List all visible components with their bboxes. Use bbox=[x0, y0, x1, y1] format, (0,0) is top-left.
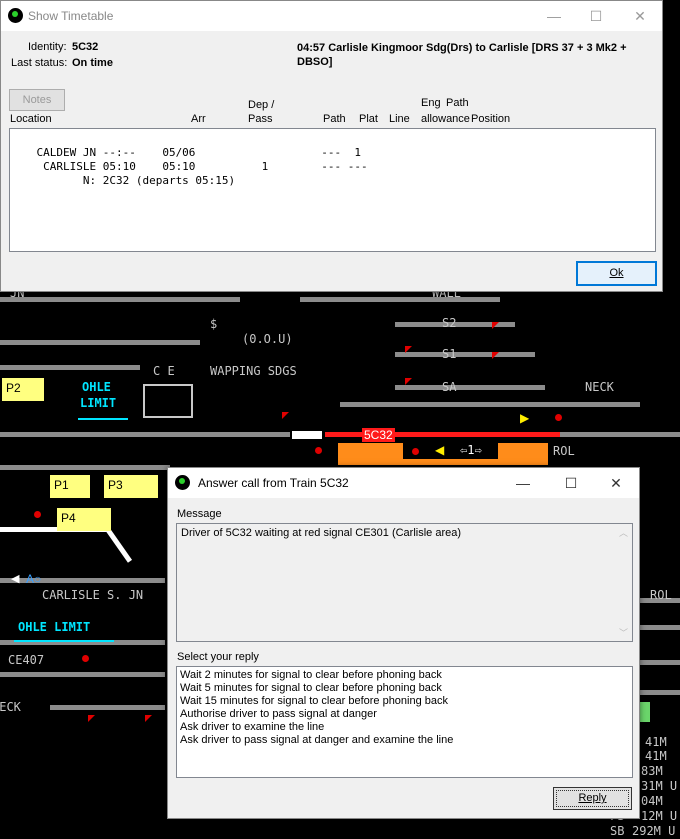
ce-label: C E bbox=[153, 364, 175, 378]
ce407-label: CE407 bbox=[8, 653, 45, 667]
minimize-icon[interactable]: — bbox=[531, 1, 577, 31]
s1-label: S1 bbox=[442, 347, 457, 361]
timetable-row[interactable]: CALDEW JN --:-- 05/06 --- 1 bbox=[10, 146, 368, 160]
close-icon[interactable]: ✕ bbox=[593, 468, 639, 498]
signal-icon[interactable] bbox=[412, 448, 419, 455]
yellow-arrow-icon: ▶ bbox=[520, 411, 530, 425]
signal-icon[interactable] bbox=[555, 414, 562, 421]
mileage-label: 292M U bbox=[632, 824, 676, 838]
dollar-label: $ bbox=[210, 317, 218, 331]
window-title: Answer call from Train 5C32 bbox=[198, 476, 349, 490]
window-title: Show Timetable bbox=[28, 9, 114, 23]
signal-flag-icon[interactable] bbox=[405, 378, 412, 385]
col-eng: Eng bbox=[421, 97, 441, 109]
maximize-icon[interactable]: ☐ bbox=[573, 1, 619, 31]
reply-option[interactable]: Ask driver to pass signal at danger and … bbox=[180, 734, 453, 747]
col-location: Location bbox=[10, 113, 52, 125]
reply-option[interactable]: Wait 15 minutes for signal to clear befo… bbox=[180, 695, 453, 708]
signal-flag-icon[interactable] bbox=[405, 346, 412, 353]
mileage-label: SB bbox=[610, 824, 625, 838]
col-line: Line bbox=[389, 113, 410, 125]
wapping-label: WAPPING SDGS bbox=[210, 364, 297, 378]
sa-label: SA bbox=[442, 380, 457, 394]
timetable-titlebar[interactable]: Show Timetable — ☐ ✕ bbox=[1, 1, 662, 31]
rol-label: ROL bbox=[553, 444, 575, 458]
signal-flag-icon[interactable] bbox=[145, 715, 152, 722]
maximize-icon[interactable]: ☐ bbox=[548, 468, 594, 498]
timetable-row[interactable]: CARLISLE 05:10 05:10 1 --- --- bbox=[10, 160, 368, 174]
reply-option[interactable]: Wait 5 minutes for signal to clear befor… bbox=[180, 682, 453, 695]
ao-label: A○ bbox=[26, 572, 42, 586]
train-description[interactable]: 5C32 bbox=[362, 428, 395, 442]
message-label: Message bbox=[177, 508, 222, 520]
platform-p1[interactable]: P1 bbox=[50, 475, 90, 498]
platform-p3[interactable]: P3 bbox=[104, 475, 158, 498]
ohle-limit-label: LIMIT bbox=[80, 396, 117, 410]
service-description: 04:57 Carlisle Kingmoor Sdg(Drs) to Carl… bbox=[297, 42, 627, 68]
yellow-arrow-icon: ◀ bbox=[435, 443, 445, 457]
arrow-left-icon: ◀ bbox=[11, 573, 20, 585]
message-box: Driver of 5C32 waiting at red signal CE3… bbox=[176, 523, 633, 642]
rol-label: ROL bbox=[650, 588, 672, 602]
scroll-up-icon[interactable]: ︿ bbox=[619, 526, 628, 539]
ok-button[interactable]: Ok bbox=[576, 261, 657, 286]
mileage-label: 83M bbox=[641, 764, 663, 778]
timetable-window: Show Timetable — ☐ ✕ Identity: 5C32 Last… bbox=[0, 0, 663, 292]
minimize-icon[interactable]: — bbox=[500, 468, 546, 498]
reply-option[interactable]: Ask driver to examine the line bbox=[180, 721, 453, 734]
ce-box-icon bbox=[143, 384, 193, 418]
signal-icon[interactable] bbox=[82, 655, 89, 662]
route-arrow-icon: ⇦1⇨ bbox=[460, 443, 482, 457]
answer-titlebar[interactable]: Answer call from Train 5C32 — ☐ ✕ bbox=[168, 468, 639, 498]
signal-icon[interactable] bbox=[315, 447, 322, 454]
app-icon bbox=[8, 8, 23, 23]
app-icon bbox=[175, 475, 190, 490]
neck-label: NECK bbox=[0, 700, 21, 714]
s2-label: S2 bbox=[442, 316, 457, 330]
col-allowance: allowance bbox=[421, 113, 470, 125]
reply-list[interactable]: Wait 2 minutes for signal to clear befor… bbox=[176, 666, 633, 778]
timetable-row[interactable]: N: 2C32 (departs 05:15) bbox=[10, 174, 368, 188]
mileage-label: 04M bbox=[641, 794, 663, 808]
mileage-label: 12M U bbox=[641, 809, 678, 823]
mileage-label: 41M bbox=[645, 735, 667, 749]
reply-label: Select your reply bbox=[177, 651, 259, 663]
answer-call-window: Answer call from Train 5C32 — ☐ ✕ Messag… bbox=[167, 467, 640, 819]
message-text: Driver of 5C32 waiting at red signal CE3… bbox=[181, 527, 462, 539]
col-dep: Dep / bbox=[248, 99, 275, 111]
reply-option[interactable]: Authorise driver to pass signal at dange… bbox=[180, 708, 453, 721]
signal-flag-icon[interactable] bbox=[492, 322, 499, 329]
ooou-label: (0.O.U) bbox=[242, 332, 293, 346]
signal-flag-icon[interactable] bbox=[492, 352, 499, 359]
col-position: Position bbox=[471, 113, 511, 125]
reply-button[interactable]: Reply bbox=[553, 787, 632, 810]
identity-value: 5C32 bbox=[72, 41, 99, 53]
signal-icon[interactable] bbox=[34, 511, 41, 518]
scroll-down-icon[interactable]: ﹀ bbox=[619, 626, 628, 639]
mileage-label: 31M U bbox=[641, 779, 678, 793]
col-path-position: Path bbox=[446, 97, 469, 109]
status-value: On time bbox=[72, 57, 113, 69]
col-pass: Pass bbox=[248, 113, 273, 125]
mileage-label: 41M bbox=[645, 749, 667, 763]
signal-flag-icon[interactable] bbox=[88, 715, 95, 722]
neck-label: NECK bbox=[585, 380, 614, 394]
reply-option[interactable]: Wait 2 minutes for signal to clear befor… bbox=[180, 669, 453, 682]
message-scrollbar[interactable]: ︿ ﹀ bbox=[615, 524, 632, 641]
platform-p4[interactable]: P4 bbox=[57, 508, 111, 531]
signal-flag-icon[interactable] bbox=[282, 412, 289, 419]
identity-label: Identity: bbox=[28, 41, 67, 53]
ohle-limit-label: OHLE LIMIT bbox=[18, 620, 91, 634]
close-icon[interactable]: ✕ bbox=[617, 1, 663, 31]
status-label: Last status: bbox=[11, 57, 68, 69]
ohle-limit-label: OHLE bbox=[82, 380, 111, 394]
col-plat: Plat bbox=[359, 113, 378, 125]
col-path: Path bbox=[323, 113, 346, 125]
carlisle-sjn-label: CARLISLE S. JN bbox=[42, 588, 144, 602]
notes-button[interactable]: Notes bbox=[9, 89, 65, 111]
timetable-list[interactable]: CALDEW JN --:-- 05/06 --- 1 CARLISLE 05:… bbox=[9, 128, 656, 252]
platform-p2[interactable]: P2 bbox=[2, 378, 44, 401]
col-arr: Arr bbox=[191, 113, 206, 125]
